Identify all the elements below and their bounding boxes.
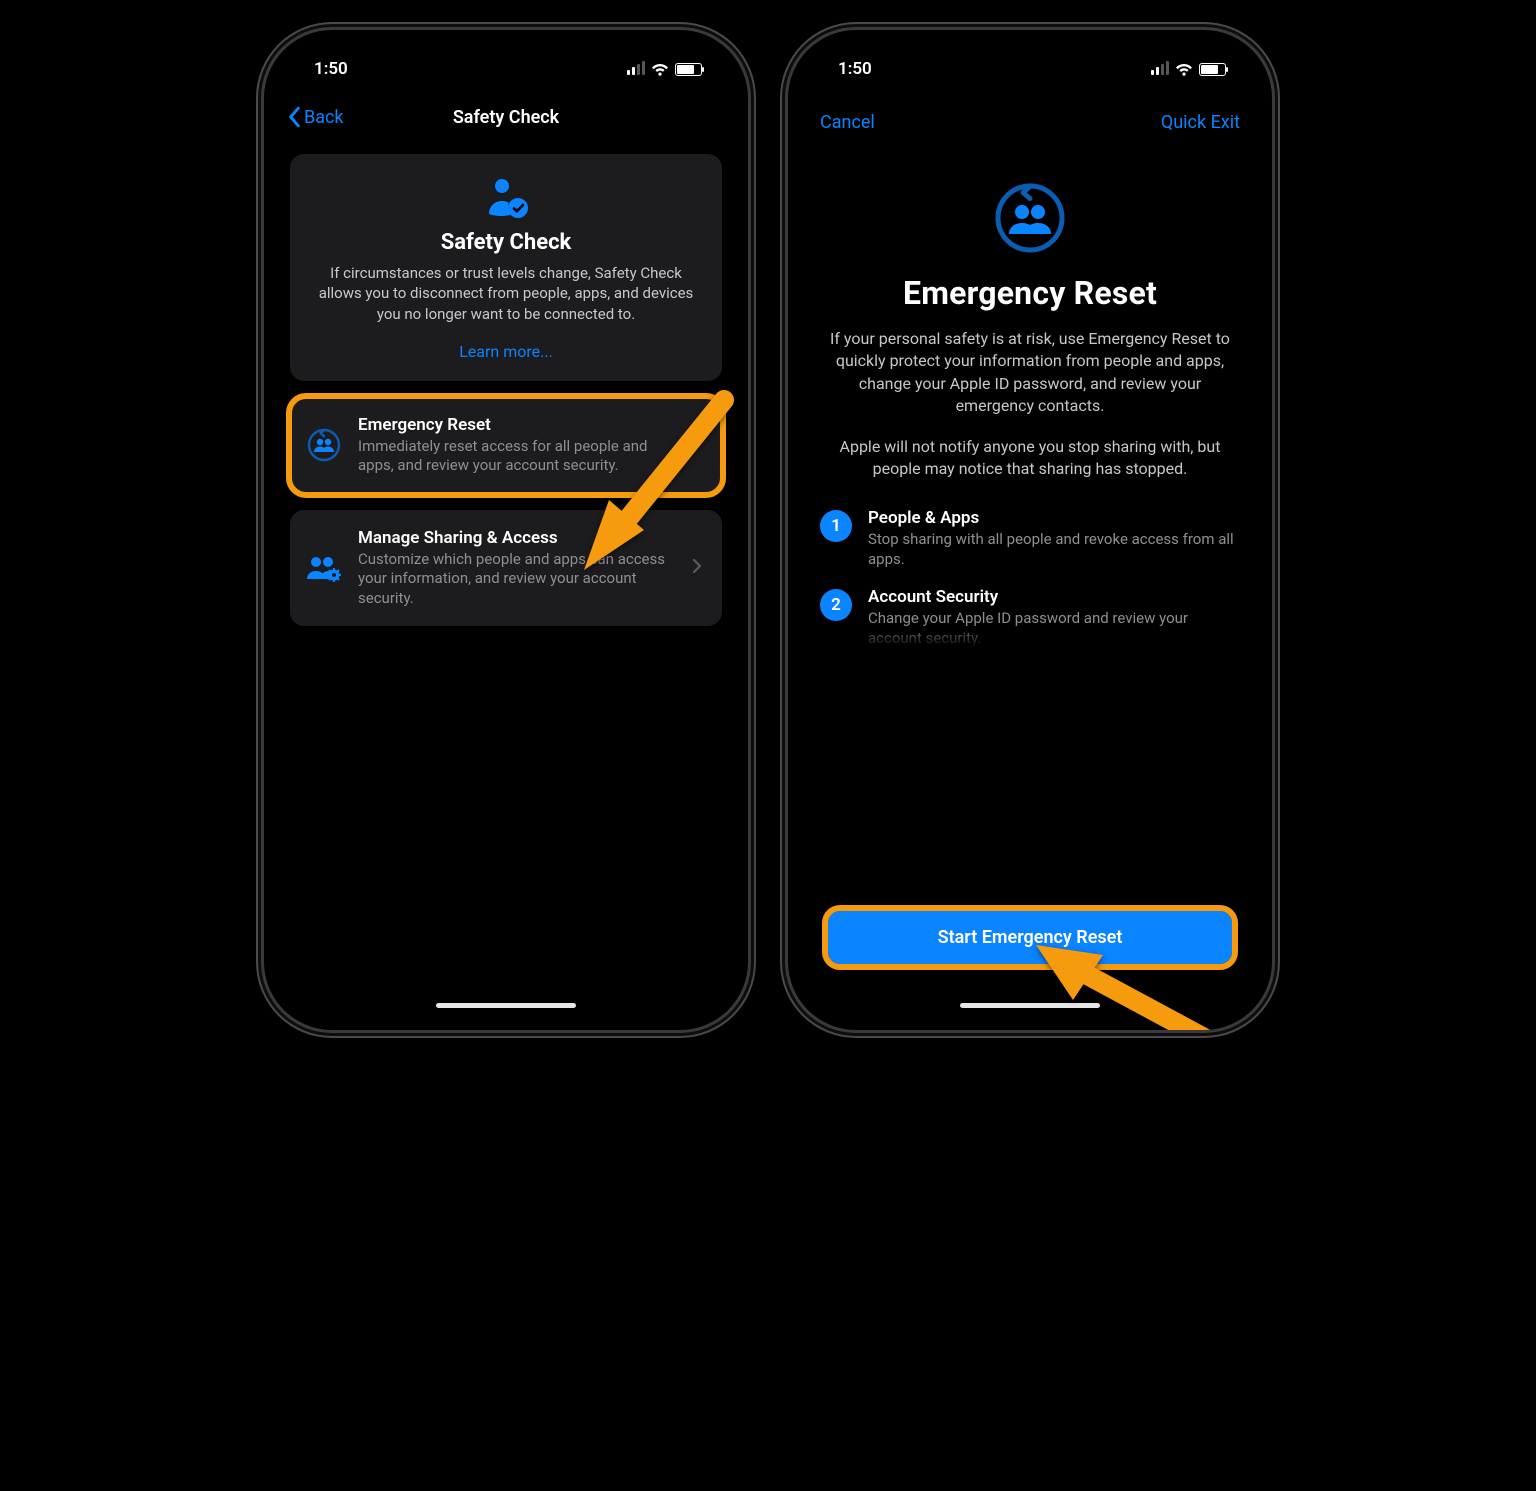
phone-left: 1:50 Back Safety Check <box>264 30 748 1030</box>
step-title: Account Security <box>868 587 1240 607</box>
step-title: People & Apps <box>868 508 1240 528</box>
wifi-icon <box>651 63 669 76</box>
safety-check-intro-card: Safety Check If circumstances or trust l… <box>290 154 722 381</box>
annotation-arrow <box>564 390 734 580</box>
cancel-button[interactable]: Cancel <box>820 112 875 133</box>
quick-exit-button[interactable]: Quick Exit <box>1161 112 1240 133</box>
status-time: 1:50 <box>838 59 872 79</box>
battery-icon <box>1199 63 1226 76</box>
back-button[interactable]: Back <box>288 106 344 128</box>
battery-icon <box>675 63 702 76</box>
step-body: Stop sharing with all people and revoke … <box>868 530 1240 569</box>
cellular-icon <box>1151 63 1169 75</box>
phone-right: 1:50 Cancel Quick Exit <box>788 30 1272 1030</box>
notch <box>421 30 591 64</box>
status-time: 1:50 <box>314 59 348 79</box>
person-shield-icon <box>308 176 704 220</box>
people-gear-icon <box>304 553 344 583</box>
step-body: Change your Apple ID password and review… <box>868 609 1240 648</box>
step-people-apps: 1 People & Apps Stop sharing with all pe… <box>820 508 1240 569</box>
cellular-icon <box>627 63 645 75</box>
step-number: 1 <box>820 510 852 542</box>
step-number: 2 <box>820 589 852 621</box>
home-indicator[interactable] <box>436 1003 576 1008</box>
nav-title: Safety Check <box>453 107 559 128</box>
learn-more-link[interactable]: Learn more... <box>459 342 553 361</box>
nav-bar: Back Safety Check <box>278 94 734 140</box>
nav-bar: Cancel Quick Exit <box>802 94 1258 150</box>
notch <box>945 30 1115 64</box>
emergency-reset-icon <box>304 427 344 463</box>
wifi-icon <box>1175 63 1193 76</box>
hero-paragraph: If your personal safety is at risk, use … <box>826 328 1234 418</box>
intro-heading: Safety Check <box>308 230 704 255</box>
intro-body: If circumstances or trust levels change,… <box>308 263 704 324</box>
chevron-left-icon <box>288 106 302 128</box>
annotation-arrow <box>1018 935 1218 1030</box>
back-label: Back <box>304 107 344 128</box>
hero-paragraph: Apple will not notify anyone you stop sh… <box>826 436 1234 481</box>
emergency-reset-hero-icon <box>826 180 1234 256</box>
step-account-security: 2 Account Security Change your Apple ID … <box>820 587 1240 648</box>
hero-heading: Emergency Reset <box>826 274 1234 312</box>
